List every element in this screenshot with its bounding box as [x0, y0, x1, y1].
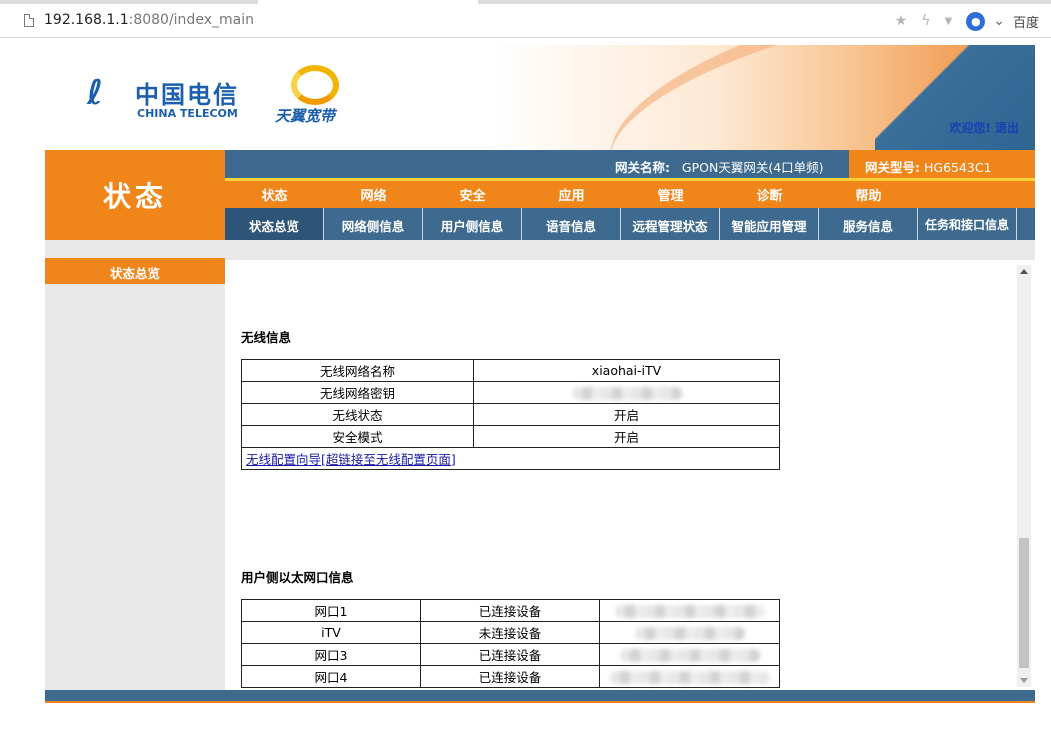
wireless-label: 无线网络名称 [241, 359, 474, 382]
main-nav-application[interactable]: 应用 [522, 181, 621, 208]
table-row: 网口4 已连接设备 [241, 665, 780, 688]
logout-link[interactable]: 退出 [995, 121, 1019, 135]
sub-nav: 状态总览 网络侧信息 用户侧信息 语音信息 远程管理状态 智能应用管理 服务信息… [225, 208, 1035, 240]
table-row: 网口1 已连接设备 [241, 599, 780, 622]
wireless-wizard-link[interactable]: 无线配置向导[超链接至无线配置页面] [246, 452, 456, 467]
header-banner: ℓ 中国电信 CHINA TELECOM 天翼宽带 欢迎您! 退出 [45, 45, 1035, 150]
tab-task-interface-info[interactable]: 任务和接口信息 [918, 208, 1017, 240]
chevron-down-icon[interactable]: ⌄ [993, 13, 1005, 29]
port-name: iTV [241, 621, 421, 644]
port-device [599, 621, 780, 644]
table-row: 安全模式 开启 [241, 425, 780, 448]
content-area: 无线信息 无线网络名称 xiaohai-iTV 无线网络密钥 无线状态 开启 安… [225, 260, 1017, 690]
wireless-value: xiaohai-iTV [473, 359, 780, 382]
scroll-down-arrow-icon[interactable] [1020, 678, 1028, 683]
main-nav-help[interactable]: 帮助 [819, 181, 918, 208]
tab-service-info[interactable]: 服务信息 [819, 208, 918, 240]
brand-text: 天翼宽带 [275, 107, 336, 125]
wizard-cell: 无线配置向导[超链接至无线配置页面] [241, 447, 780, 470]
port-device [599, 599, 780, 622]
ethernet-section-title: 用户侧以太网口信息 [241, 570, 354, 585]
flash-icon[interactable]: ϟ [921, 13, 930, 29]
port-device [599, 665, 780, 688]
main-nav-diagnosis[interactable]: 诊断 [720, 181, 819, 208]
tab-voice-info[interactable]: 语音信息 [522, 208, 621, 240]
section-title: 状态 [45, 150, 225, 240]
page-icon [24, 14, 34, 27]
gateway-info-bar: 网关名称: GPON天翼网关(4口单频) 网关型号: HG6543C1 [225, 150, 1035, 178]
tab-network-side-info[interactable]: 网络侧信息 [324, 208, 423, 240]
port-device [599, 643, 780, 666]
welcome-text: 欢迎您! [949, 121, 991, 135]
table-row: 无线网络密钥 [241, 381, 780, 404]
gateway-model: 网关型号: HG6543C1 [849, 150, 1035, 178]
logo-en-text: CHINA TELECOM [137, 107, 238, 120]
redacted-device [619, 649, 760, 662]
table-row: 无线配置向导[超链接至无线配置页面] [241, 447, 780, 470]
port-name: 网口1 [241, 599, 421, 622]
main-nav-network[interactable]: 网络 [324, 181, 423, 208]
table-row: 无线状态 开启 [241, 403, 780, 426]
scroll-up-arrow-icon[interactable] [1020, 269, 1028, 274]
sidebar [45, 240, 225, 690]
tianyi-logo-icon [291, 65, 339, 105]
welcome-area: 欢迎您! 退出 [949, 119, 1019, 136]
table-row: iTV 未连接设备 [241, 621, 780, 644]
redacted-device [614, 605, 765, 618]
main-nav-security[interactable]: 安全 [423, 181, 522, 208]
port-name: 网口4 [241, 665, 421, 688]
baidu-paw-icon[interactable]: ● [966, 11, 986, 31]
table-row: 无线网络名称 xiaohai-iTV [241, 359, 780, 382]
wireless-section-title: 无线信息 [241, 330, 292, 345]
dropdown-icon[interactable]: ▼ [945, 16, 953, 27]
search-engine-label[interactable]: 百度 [1013, 12, 1039, 31]
content-scrollbar[interactable] [1017, 265, 1031, 687]
tab-status-overview[interactable]: 状态总览 [225, 208, 324, 240]
gateway-name: 网关名称: GPON天翼网关(4口单频) [615, 160, 824, 175]
tab-smart-app-management[interactable]: 智能应用管理 [720, 208, 819, 240]
redacted-device [609, 671, 770, 684]
table-row: 网口3 已连接设备 [241, 643, 780, 666]
ethernet-table: 网口1 已连接设备 iTV 未连接设备 网口3 已连接设备 网口4 已连接设备 [241, 599, 780, 688]
port-status: 未连接设备 [420, 621, 600, 644]
tab-user-side-info[interactable]: 用户侧信息 [423, 208, 522, 240]
wireless-label: 无线状态 [241, 403, 474, 426]
wireless-table: 无线网络名称 xiaohai-iTV 无线网络密钥 无线状态 开启 安全模式 开… [241, 359, 780, 470]
router-admin-page: ℓ 中国电信 CHINA TELECOM 天翼宽带 欢迎您! 退出 状态 网关名… [45, 45, 1035, 703]
china-telecom-logo-icon: ℓ [87, 73, 104, 113]
footer-bar [45, 690, 1035, 703]
content-top-gap [225, 240, 1035, 260]
main-nav-management[interactable]: 管理 [621, 181, 720, 208]
wireless-value: 开启 [473, 403, 780, 426]
wireless-label: 安全模式 [241, 425, 474, 448]
scrollbar-thumb[interactable] [1019, 538, 1029, 668]
sidebar-item-status-overview[interactable]: 状态总览 [45, 258, 225, 284]
star-icon[interactable]: ★ [895, 13, 908, 29]
port-name: 网口3 [241, 643, 421, 666]
wireless-label: 无线网络密钥 [241, 381, 474, 404]
port-status: 已连接设备 [420, 665, 600, 688]
wireless-value: 开启 [473, 425, 780, 448]
main-nav-status[interactable]: 状态 [225, 181, 324, 208]
browser-toolbar-right: ★ ϟ ▼ ● ⌄ 百度 [895, 4, 1051, 38]
port-status: 已连接设备 [420, 599, 600, 622]
url-text[interactable]: 192.168.1.1:8080/index_main [44, 12, 254, 28]
address-bar[interactable]: 192.168.1.1:8080/index_main [0, 4, 1051, 38]
logo-cn-text: 中国电信 [135, 81, 239, 109]
port-status: 已连接设备 [420, 643, 600, 666]
tab-remote-management[interactable]: 远程管理状态 [621, 208, 720, 240]
redacted-key [571, 387, 682, 400]
wireless-key-value [473, 381, 780, 404]
main-nav: 状态 网络 安全 应用 管理 诊断 帮助 [225, 178, 1035, 208]
redacted-device [634, 627, 745, 640]
